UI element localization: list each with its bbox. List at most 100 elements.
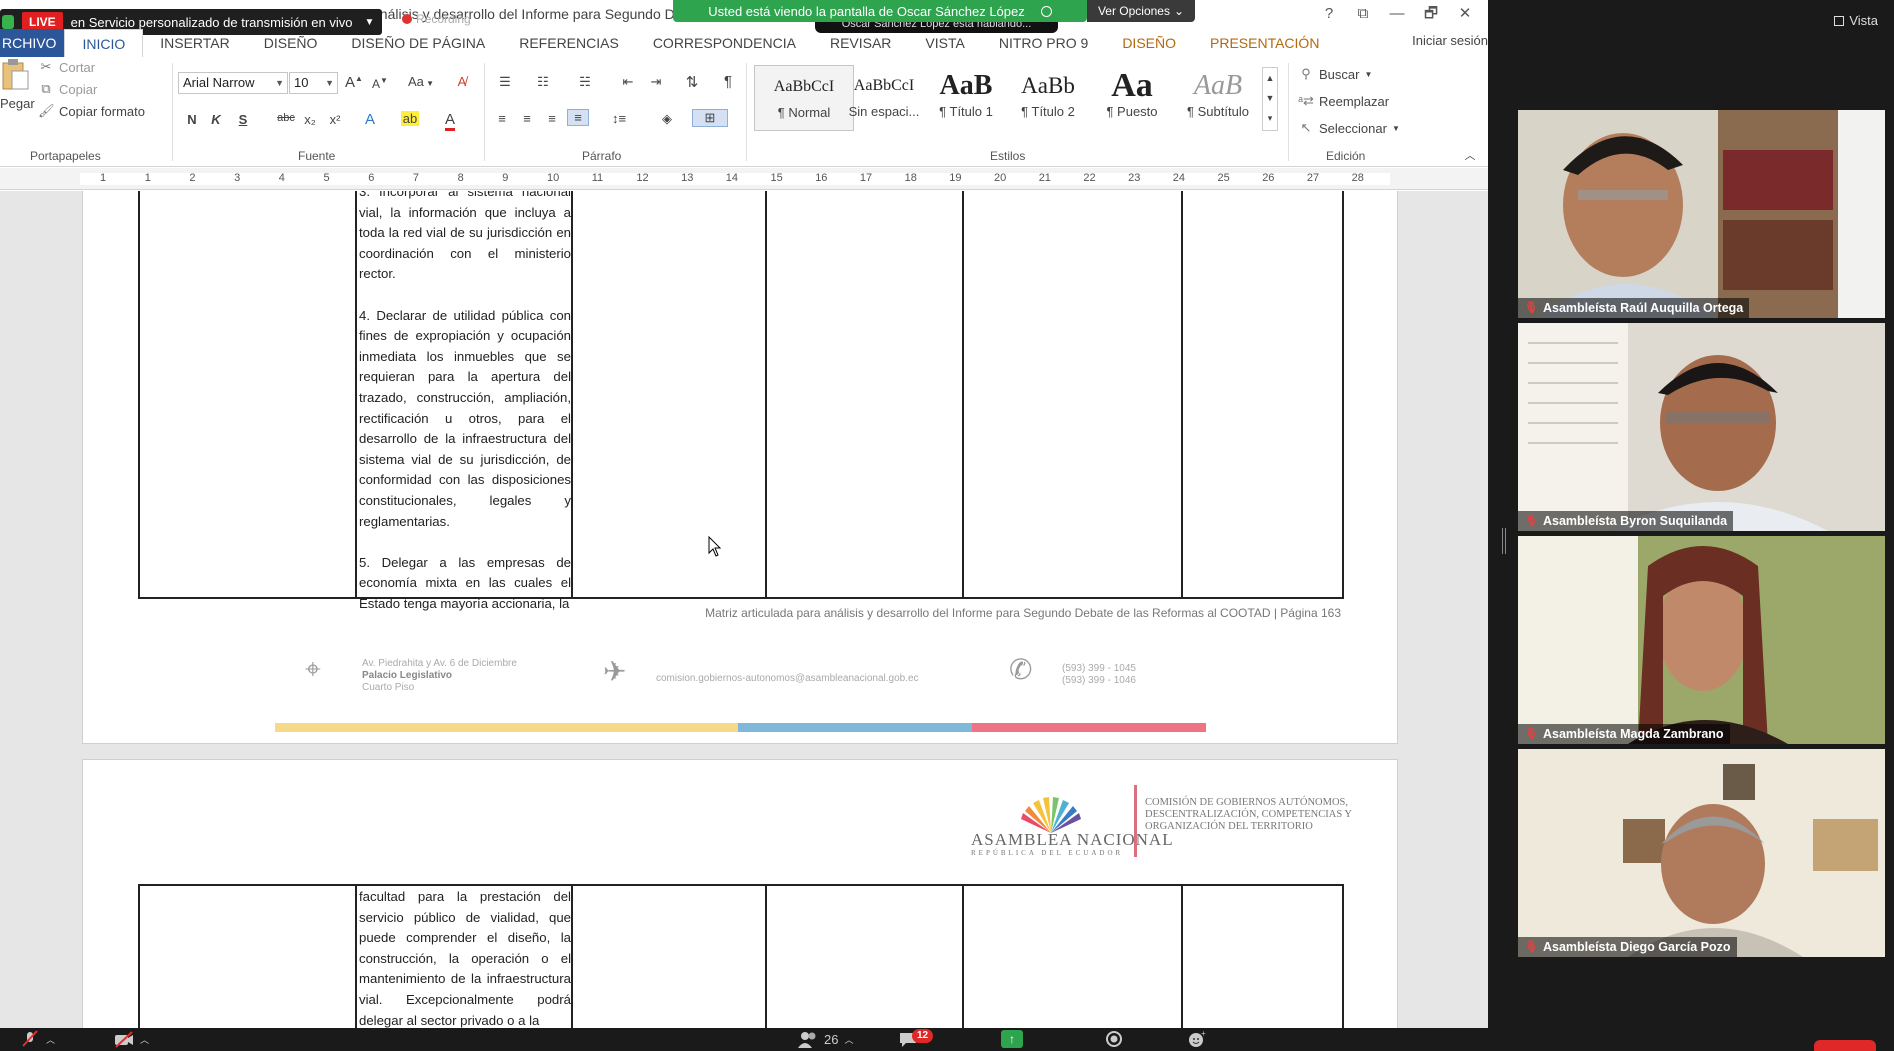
help-button[interactable]: ? [1316,3,1342,25]
signin-link[interactable]: Iniciar sesión [1412,33,1488,48]
subscript-button[interactable]: x₂ [300,112,320,127]
align-center-button[interactable]: ≡ [517,111,537,126]
tab-file[interactable]: RCHIVO [0,29,65,57]
align-right-button[interactable]: ≡ [542,111,562,126]
find-button[interactable]: ⚲ Buscar ▼ [1298,66,1372,82]
chevron-up-icon[interactable]: ︿ [46,1033,55,1046]
participants-button[interactable]: 26 ︿ [798,1030,853,1048]
font-color-button[interactable]: A [440,111,460,131]
tab-references[interactable]: REFERENCIAS [502,29,636,57]
ruler-number: 4 [278,172,285,184]
bold-button[interactable]: N [182,112,202,127]
ribbon-tabs: RCHIVO INICIO INSERTAR DISEÑO DISEÑO DE … [0,29,1488,57]
ruler-number: 7 [412,172,420,184]
share-screen-button[interactable]: ↑ [1001,1030,1023,1048]
styles-scroll[interactable]: ▲ ▼ ▾ [1262,67,1278,131]
video-tile[interactable]: 🎙 Asambleísta Diego García Pozo [1518,749,1885,957]
video-button[interactable]: ︿ [114,1030,149,1048]
select-button[interactable]: ↖ Seleccionar ▼ [1298,120,1400,136]
tab-insert[interactable]: INSERTAR [143,29,247,57]
chevron-up-icon[interactable]: ︿ [140,1033,149,1046]
footer-email: comision.gobiernos-autonomos@asambleanac… [656,673,919,684]
leave-button[interactable] [1814,1040,1876,1051]
mouse-pointer-icon [708,536,722,557]
logo-divider [1134,785,1137,857]
live-stream-title: en Servicio personalizado de transmisión… [70,14,353,30]
record-button[interactable] [1104,1030,1124,1048]
view-button[interactable]: Vista [1834,13,1878,28]
minimize-button[interactable]: — [1384,3,1410,25]
increase-indent-button[interactable]: ⇥ [646,74,666,90]
tab-table-design[interactable]: DISEÑO [1105,29,1193,57]
paste-button[interactable]: Pegar [0,57,35,111]
video-tile[interactable]: 🎙 Asambleísta Raúl Auquilla Ortega [1518,110,1885,318]
tab-mailings[interactable]: CORRESPONDENCIA [636,29,813,57]
styles-group-label: Estilos [990,149,1026,163]
chevron-down-icon[interactable]: ▼ [365,17,375,28]
line-spacing-button[interactable]: ↕≡ [604,111,634,126]
restore-button[interactable]: 🗗 [1418,3,1444,25]
tab-nitro[interactable]: NITRO PRO 9 [982,29,1105,57]
table-cell-text[interactable]: 3. Incorporar al sistema nacional vial, … [359,191,571,635]
cut-button[interactable]: ✂ Cortar [38,59,96,75]
italic-button[interactable]: K [206,112,226,127]
close-button[interactable]: ✕ [1452,3,1478,25]
sort-button[interactable]: ⇅ [682,73,702,91]
table-cell-text[interactable]: facultad para la prestación del servicio… [359,887,571,1028]
decrease-indent-button[interactable]: ⇤ [618,74,638,90]
align-left-button[interactable]: ≡ [492,111,512,126]
shared-screen: MATRIZ Articulada para el análisis y des… [0,0,1488,1028]
show-marks-button[interactable]: ¶ [718,73,738,90]
underline-button[interactable]: S [233,112,253,127]
recording-indicator[interactable]: Recording [402,12,471,26]
change-case-button[interactable]: Aa ▼ [404,74,438,89]
tab-design[interactable]: DISEÑO [247,29,335,57]
ruler-number: 13 [681,172,694,184]
panel-splitter[interactable] [1502,528,1506,554]
format-painter-button[interactable]: 🖌 Copiar formato [38,103,145,119]
participant-name: 🎙 Asambleísta Raúl Auquilla Ortega [1518,298,1750,318]
format-painter-label: Copiar formato [59,103,145,119]
font-name-combo[interactable]: Arial Narrow ▼ [178,72,288,94]
highlight-button[interactable]: ab [400,111,420,126]
video-tile[interactable]: 🎙 Asambleísta Byron Suquilanda [1518,323,1885,531]
borders-button[interactable]: ⊞ [692,109,728,127]
font-group-label: Fuente [298,149,336,163]
tab-review[interactable]: REVISAR [813,29,908,57]
shading-button[interactable]: ◈ [652,111,682,127]
view-options-button[interactable]: Ver Opciones ⌄ [1087,0,1195,22]
replace-button[interactable]: ᵃ⇄ Reemplazar [1298,93,1389,109]
video-tile[interactable]: 🎙 Asambleísta Magda Zambrano [1518,536,1885,744]
collapse-ribbon-button[interactable]: ︿ [1460,147,1480,163]
superscript-button[interactable]: x² [325,112,345,127]
horizontal-ruler[interactable]: 1 1 2 3 4 5 6 7 8 9 10 11 12 13 14 15 16 17 18 19 20 21 22 23 24… [0,168,1488,190]
mute-button[interactable]: ︿ [20,1030,55,1048]
tab-view[interactable]: VISTA [908,29,981,57]
tab-page-layout[interactable]: DISEÑO DE PÁGINA [334,29,502,57]
numbering-button[interactable]: ☷ [530,74,556,90]
style-title[interactable]: Aa ¶ Puesto [1082,65,1182,131]
paragraph-group-label: Párrafo [582,149,622,163]
clear-format-button[interactable]: A̸ [452,74,472,89]
document-area[interactable]: 3. Incorporar al sistema nacional vial, … [0,191,1488,1028]
justify-button[interactable]: ≡ [567,109,589,126]
tab-table-layout[interactable]: PRESENTACIÓN [1193,29,1336,57]
chevron-up-icon[interactable]: ︿ [844,1033,853,1046]
grow-font-button[interactable]: A▲ [344,74,364,91]
font-size-combo[interactable]: 10 ▼ [289,72,338,94]
style-name: ¶ Puesto [1106,104,1158,119]
shrink-font-button[interactable]: A▼ [370,76,390,91]
copy-label: Copiar [59,81,98,97]
ruler-number: 2 [189,172,196,184]
tab-home[interactable]: INICIO [64,29,144,57]
style-subtitle[interactable]: AaB ¶ Subtítulo [1168,65,1268,131]
table-border [138,191,140,598]
mic-off-icon: 🎙 [1524,515,1538,527]
ribbon-display-button[interactable]: ⧉ [1350,3,1376,25]
copy-button[interactable]: ⧉ Copiar [38,81,97,97]
reactions-button[interactable]: + [1187,1030,1207,1048]
bullets-button[interactable]: ☰ [492,74,518,90]
multilevel-list-button[interactable]: ☵ [572,74,598,90]
text-effects-button[interactable]: A [360,111,380,128]
strikethrough-button[interactable]: abc [273,112,299,124]
